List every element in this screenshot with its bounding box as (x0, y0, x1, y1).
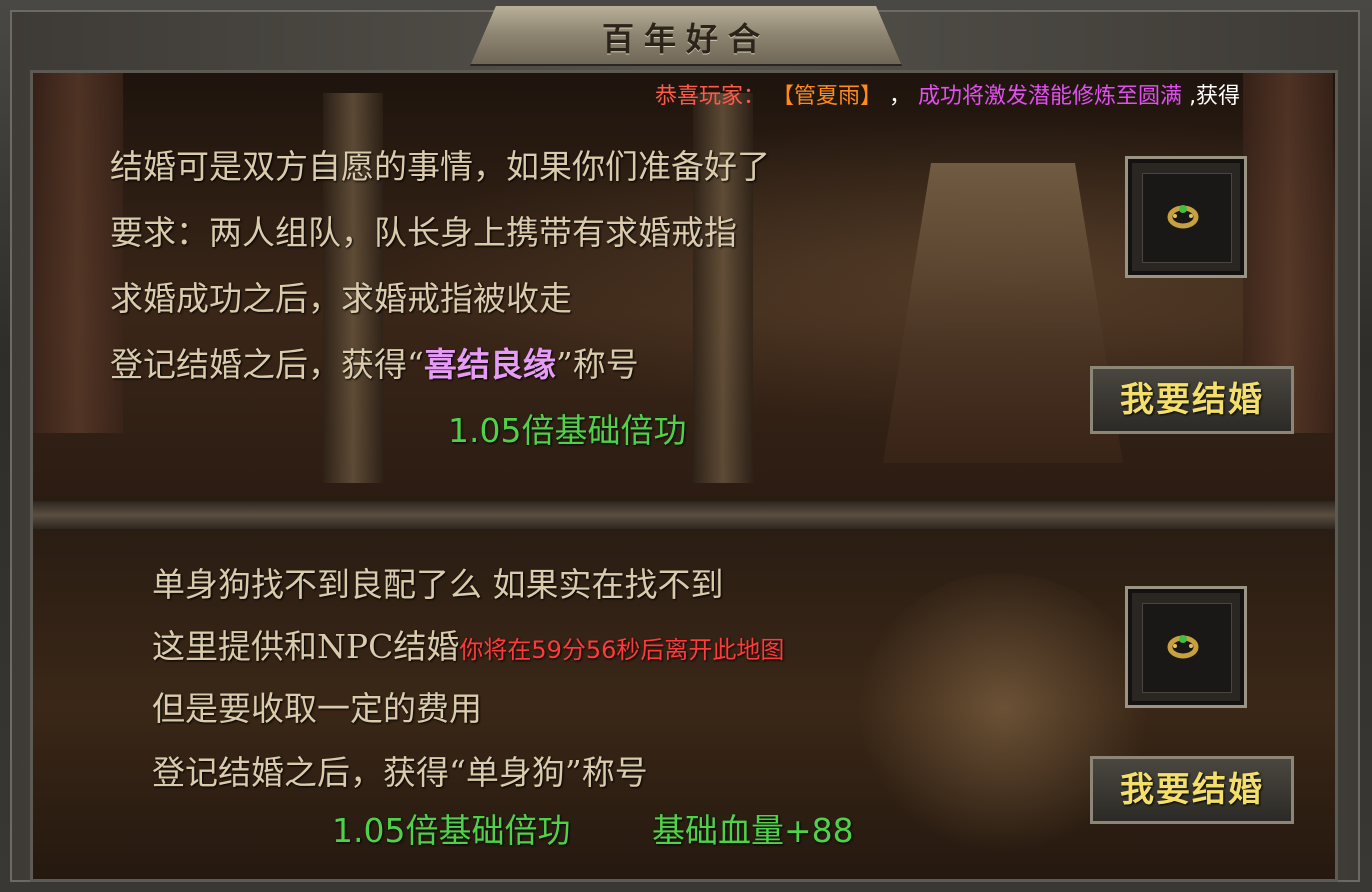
npc-ring-slot[interactable] (1125, 586, 1247, 708)
section-divider (33, 501, 1335, 529)
map-timer-warning: 你将在59分56秒后离开此地图 (459, 636, 785, 664)
notice-prefix: 恭喜玩家： (655, 84, 766, 109)
notice-suffix: ,获得 (1189, 84, 1241, 109)
window-title: 百年好合 (601, 20, 770, 58)
npc-line-3: 但是要收取一定的费用 (152, 689, 482, 728)
ring-icon (1167, 205, 1199, 229)
npc-line-4: 登记结婚之后，获得“单身狗”称号 (152, 753, 648, 792)
notice-player: 【管夏雨】 (772, 84, 883, 109)
marriage-line-2: 要求：两人组队，队长身上携带有求婚戒指 (110, 213, 737, 252)
marriage-line-1: 结婚可是双方自愿的事情，如果你们准备好了 (110, 147, 770, 186)
proposal-ring-slot[interactable] (1125, 156, 1247, 278)
window-frame: 百年好合 恭喜玩家： 【管夏雨】 ， 成功将激发潜能修炼至圆满 ,获得 结婚可是… (0, 0, 1372, 892)
ring-icon (1167, 635, 1199, 659)
marriage-line-4-post: ”称号 (555, 345, 639, 384)
marriage-line-4: 登记结婚之后，获得“喜结良缘”称号 (110, 338, 639, 386)
marriage-bonus: 1.05倍基础倍功 (448, 411, 687, 450)
npc-line-1: 单身狗找不到良配了么 如果实在找不到 (152, 565, 724, 604)
marriage-line-4-pre: 登记结婚之后，获得“ (110, 345, 424, 384)
npc-line-2-text: 这里提供和NPC结婚 (152, 627, 460, 666)
npc-bonus-2: 基础血量+88 (652, 811, 854, 850)
npc-marry-button[interactable]: 我要结婚 (1090, 756, 1294, 824)
dog-illustration (853, 573, 1153, 873)
marry-button[interactable]: 我要结婚 (1090, 366, 1294, 434)
marriage-line-3: 求婚成功之后，求婚戒指被收走 (110, 279, 572, 318)
notice-comma: ， (889, 84, 912, 109)
server-notice: 恭喜玩家： 【管夏雨】 ， 成功将激发潜能修炼至圆满 ,获得 (655, 78, 1283, 110)
npc-bonus-1: 1.05倍基础倍功 (332, 811, 571, 850)
npc-line-2: 这里提供和NPC结婚你将在59分56秒后离开此地图 (152, 620, 784, 668)
marriage-title-name: 喜结良缘 (423, 345, 556, 384)
notice-message: 成功将激发潜能修炼至圆满 (918, 84, 1183, 109)
bed-decoration (883, 163, 1123, 463)
